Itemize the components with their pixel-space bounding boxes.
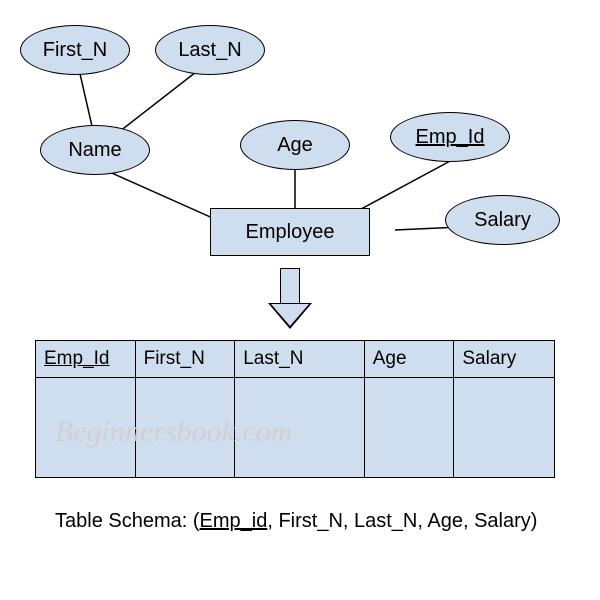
schema-rest: , First_N, Last_N, Age, Salary) (267, 510, 537, 532)
attr-label: Salary (474, 209, 531, 232)
col-age: Age (373, 348, 407, 370)
down-arrow-icon (268, 268, 312, 329)
entity-label: Employee (246, 221, 335, 244)
attr-salary: Salary (445, 195, 560, 245)
attr-last-n: Last_N (155, 25, 265, 75)
col-last-n: Last_N (243, 348, 303, 370)
col-emp-id: Emp_Id (44, 348, 109, 370)
attr-first-n: First_N (20, 25, 130, 75)
attr-label: Emp_Id (416, 126, 485, 149)
schema-key: Emp_id (200, 510, 268, 532)
attr-label: Last_N (178, 39, 241, 62)
attr-label: Age (277, 134, 313, 157)
entity-employee: Employee (210, 208, 370, 256)
table-schema-text: Table Schema: (Emp_id, First_N, Last_N, … (55, 510, 537, 533)
col-salary: Salary (462, 348, 516, 370)
schema-prefix: Table Schema: ( (55, 510, 200, 532)
schema-table: Emp_Id First_N Last_N Age Salary (35, 340, 555, 478)
attr-age: Age (240, 120, 350, 170)
attr-name: Name (40, 125, 150, 175)
col-first-n: First_N (144, 348, 205, 370)
attr-emp-id: Emp_Id (390, 112, 510, 162)
attr-label: First_N (43, 39, 107, 62)
attr-label: Name (68, 139, 121, 162)
